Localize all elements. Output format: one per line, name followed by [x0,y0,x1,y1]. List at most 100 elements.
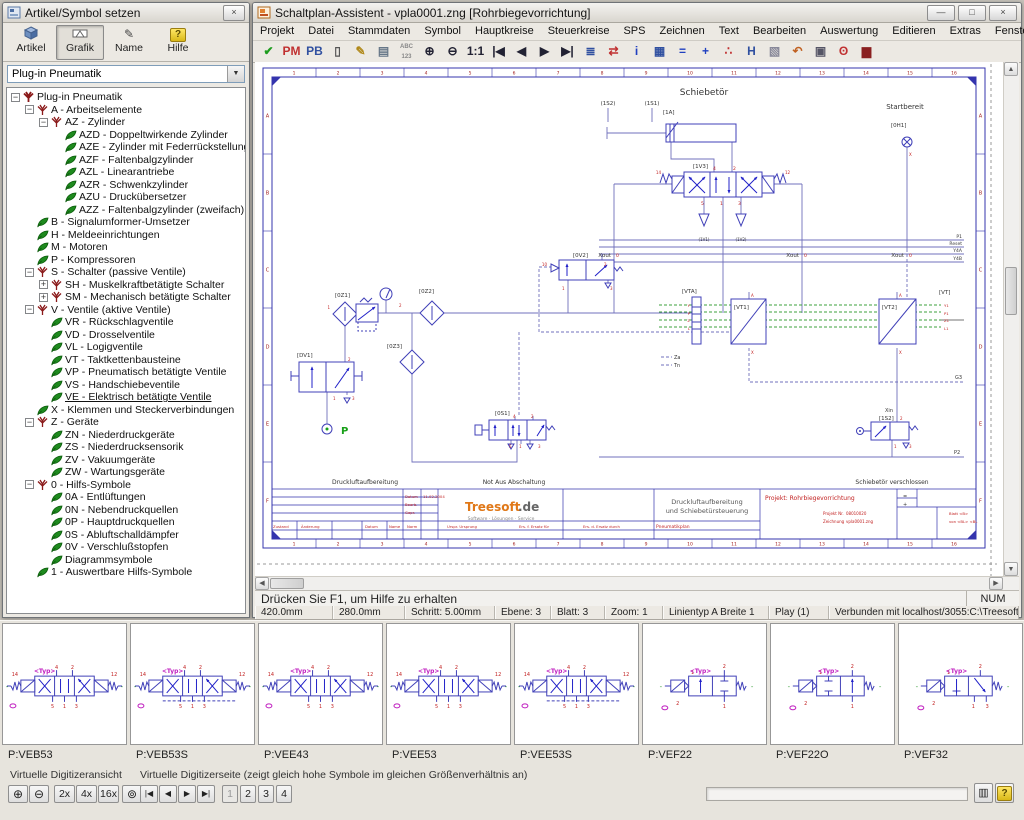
toolbar-abc-123-icon[interactable]: ABC 123 [395,41,418,61]
toolbar-pm-module-icon[interactable]: PM [280,41,303,61]
tree-item-z[interactable]: − Z - Geräte [7,416,245,429]
tree-item-vs[interactable]: VS - Handschiebeventile [7,379,245,392]
scroll-right-icon[interactable]: ▶ [989,577,1003,590]
chevron-down-icon[interactable]: ▼ [227,66,244,82]
symbol-thumbnail-vee53s[interactable]: 4 2 5 1 3 14 12 <Typ> - - [514,623,639,745]
tree-item-s[interactable]: − S - Schalter (passive Ventile) [7,266,245,279]
symbol-thumbnail-veb53[interactable]: 4 2 5 1 3 14 12 <Typ> - - [2,623,127,745]
toolbar-pb-module-icon[interactable]: PB [303,41,326,61]
zoom-factor-4x-button[interactable]: 4x [76,785,97,803]
first-page-button[interactable]: |◀ [140,785,158,803]
digitizer-page-4-button[interactable]: 4 [276,785,292,803]
digitizer-page-3-button[interactable]: 3 [258,785,274,803]
toolbar-apply-icon[interactable]: ✔ [257,41,280,61]
toolbar-h-tool-icon[interactable]: H [740,41,763,61]
toolbar-line-type-icon[interactable]: = [671,41,694,61]
collapse-icon[interactable]: − [25,480,34,490]
menu-bearbeiten[interactable]: Bearbeiten [746,23,813,40]
horizontal-scrollbar[interactable]: ◀ ▶ [255,576,1019,591]
menu-editieren[interactable]: Editieren [885,23,942,40]
collapse-icon[interactable]: − [25,417,34,427]
menu-zeichnen[interactable]: Zeichnen [652,23,711,40]
toolbar-last-sheet-icon[interactable]: ▶| [556,41,579,61]
symbol-thumbnail-vee43[interactable]: 4 2 5 1 3 14 12 <Typ> - - [258,623,383,745]
symbol-thumbnail-vef22[interactable]: 12 21 <Typ> -- [642,623,767,745]
horizontal-scroll-thumb[interactable] [270,578,304,589]
prev-page-button[interactable]: ◀ [159,785,177,803]
drawing-canvas[interactable]: 1 1 2 2 3 3 4 4 5 5 6 6 7 7 8 8 9 9 10 10 11 11 12 12 13 13 14 14 15… [255,62,1019,576]
tree-item-vr[interactable]: VR - Rückschlagventile [7,316,245,329]
artikel-button[interactable]: Artikel [7,25,55,60]
menu-auswertung[interactable]: Auswertung [813,23,885,40]
toolbar-swap-symbols-icon[interactable]: ⇄ [602,41,625,61]
symbol-picker-titlebar[interactable]: Artikel/Symbol setzen × [3,3,249,23]
tree-item-zw[interactable]: ZW - Wartungsgeräte [7,466,245,479]
symbol-tree[interactable]: − Plug-in Pneumatik − A - Arbeitselemente − A… [6,87,246,614]
tree-item-plug-in[interactable]: − Plug-in Pneumatik [7,91,245,104]
toolbar-zoom-in-icon[interactable]: ⊕ [418,41,441,61]
close-icon[interactable]: × [989,4,1017,21]
tree-item-azu[interactable]: AZU - Druckübersetzer [7,191,245,204]
tree-item-zv[interactable]: ZV - Vakuumgeräte [7,454,245,467]
symbol-thumbnail-vef32[interactable]: 12 213 <Typ> -- [898,623,1023,745]
collapse-icon[interactable]: − [25,305,34,315]
toolbar-layers-icon[interactable]: ≣ [579,41,602,61]
toolbar-new-document-icon[interactable]: ▯ [326,41,349,61]
close-icon[interactable]: × [223,4,245,21]
toolbar-info-icon[interactable]: i [625,41,648,61]
digitizer-page-1-button[interactable]: 1 [222,785,238,803]
toolbar-first-sheet-icon[interactable]: |◀ [487,41,510,61]
tree-item-b[interactable]: B - Signalumformer-Umsetzer [7,216,245,229]
collapse-icon[interactable]: − [25,105,34,115]
tree-item-p[interactable]: P - Kompressoren [7,254,245,267]
schaltplan-titlebar[interactable]: Schaltplan-Assistent - vpla0001.zng [Roh… [253,3,1021,23]
symbol-thumbnail-vee53[interactable]: 4 2 5 1 3 14 12 <Typ> - - [386,623,511,745]
symbol-thumbnail-vef22o[interactable]: 12 21 <Typ> -- [770,623,895,745]
toolbar-clipboard-icon[interactable]: ▧ [763,41,786,61]
expand-icon[interactable]: + [39,280,48,290]
tree-item-1[interactable]: 1 - Auswertbare Hilfs-Symbole [7,566,245,579]
tree-item-vl[interactable]: VL - Logigventile [7,341,245,354]
tree-item-azz[interactable]: AZZ - Faltenbalgzylinder (zweifach) [7,204,245,217]
toolbar-print-icon[interactable]: ▤ [372,41,395,61]
last-page-button[interactable]: ▶| [197,785,215,803]
zoom-in-icon[interactable]: ⊕ [8,785,28,803]
toolbar-undo-icon[interactable]: ↶ [786,41,809,61]
tree-item-a[interactable]: − A - Arbeitselemente [7,104,245,117]
menu-sps[interactable]: SPS [616,23,652,40]
tree-item-0s[interactable]: 0S - Abluftschalldämpfer [7,529,245,542]
tree-item-vt[interactable]: VT - Taktkettenbausteine [7,354,245,367]
tree-item-v[interactable]: − V - Ventile (aktive Ventile) [7,304,245,317]
toolbar-power-icon[interactable]: ʘ [832,41,855,61]
tree-item-0v[interactable]: 0V - Verschlußstopfen [7,541,245,554]
zoom-factor-2x-button[interactable]: 2x [54,785,75,803]
tree-item-m[interactable]: M - Motoren [7,241,245,254]
toolbar-zoom-1-1-icon[interactable]: 1:1 [464,41,487,61]
menu-symbol[interactable]: Symbol [417,23,468,40]
tree-item-0n[interactable]: 0N - Nebendruckquellen [7,504,245,517]
zoom-select-icon[interactable]: ⊚ [122,785,142,803]
toolbar-open-edit-icon[interactable]: ✎ [349,41,372,61]
tree-item-azf[interactable]: AZF - Faltenbalgzylinder [7,154,245,167]
scroll-up-icon[interactable]: ▲ [1004,62,1018,76]
menu-steuerkreise[interactable]: Steuerkreise [541,23,617,40]
tree-item-diagrammsymbole[interactable]: Diagrammsymbole [7,554,245,567]
tree-item-ve[interactable]: VE - Elektrisch betätigte Ventile [7,391,245,404]
toolbar-zoom-out-icon[interactable]: ⊖ [441,41,464,61]
expand-icon[interactable]: + [39,292,48,302]
menu-text[interactable]: Text [712,23,746,40]
export-view-icon[interactable]: ▥ [974,783,993,803]
menu-fenster[interactable]: Fenster [988,23,1024,40]
tree-item-az[interactable]: − AZ - Zylinder [7,116,245,129]
menu-projekt[interactable]: Projekt [253,23,301,40]
menu-hauptkreise[interactable]: Hauptkreise [468,23,541,40]
toolbar-next-sheet-icon[interactable]: ▶ [533,41,556,61]
vertical-scroll-thumb[interactable] [1005,267,1017,315]
tree-item-0p[interactable]: 0P - Hauptdruckquellen [7,516,245,529]
collapse-icon[interactable]: − [25,267,34,277]
collapse-icon[interactable]: − [11,92,20,102]
menu-extras[interactable]: Extras [943,23,988,40]
menu-stammdaten[interactable]: Stammdaten [341,23,417,40]
tree-item-0[interactable]: − 0 - Hilfs-Symbole [7,479,245,492]
schematic-drawing[interactable]: 1122334455667788991010111112121313141415… [257,64,997,576]
